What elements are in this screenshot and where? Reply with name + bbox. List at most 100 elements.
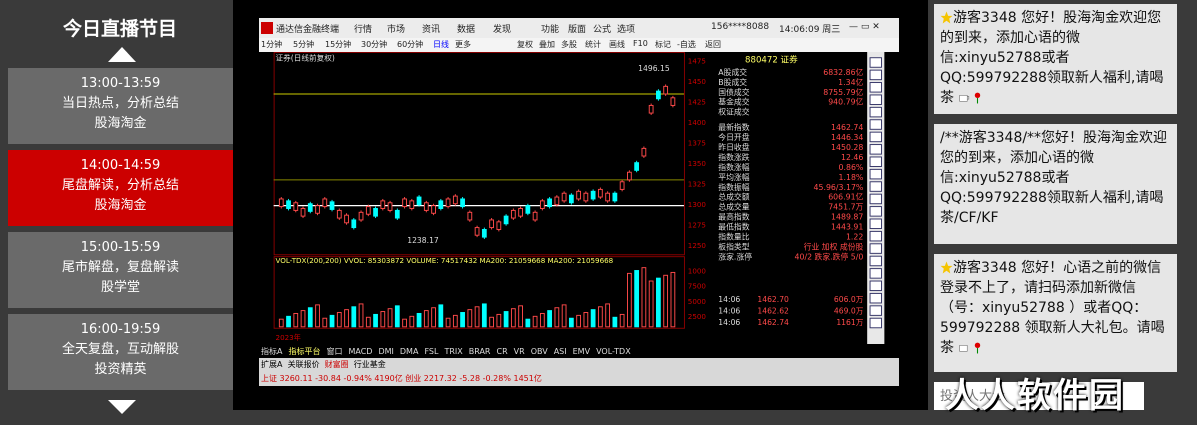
volume-bar [554, 307, 560, 328]
indicator-tab[interactable]: 指标A [261, 347, 282, 356]
indicator-tab[interactable]: FSL [424, 347, 438, 356]
volume-tick-label: 1000 [688, 266, 707, 275]
market-index-status: 上证 3260.11 -30.84 -0.94% 4190亿 创业 2217.3… [261, 374, 542, 383]
scroll-down-icon[interactable] [108, 400, 136, 414]
candle-body [539, 200, 545, 209]
volume-bar [619, 313, 625, 328]
tool-button[interactable]: 复权 [517, 39, 533, 50]
side-tool-icon[interactable] [869, 69, 882, 81]
period-more[interactable]: 更多 [455, 39, 471, 50]
menu-item[interactable]: 选项 [617, 22, 635, 35]
menu-item[interactable]: 资讯 [422, 22, 440, 35]
tick-volume: 1161万 [836, 318, 863, 327]
side-tool-icon[interactable] [869, 255, 882, 267]
menu-item[interactable]: 行情 [354, 22, 372, 35]
tool-button[interactable]: -自选 [677, 39, 696, 50]
scroll-up-icon[interactable] [108, 47, 136, 62]
tool-button[interactable]: 多股 [561, 39, 577, 50]
period-60min[interactable]: 60分钟 [397, 39, 423, 50]
extension-tabs[interactable]: 扩展A 关联报价 财富圈 行业基金 [261, 359, 386, 370]
side-tool-icon[interactable] [869, 131, 882, 143]
tick-price: 1462.70 [757, 295, 789, 304]
candle-body [315, 205, 320, 214]
ext-tab[interactable]: 关联报价 [288, 360, 320, 369]
tool-button[interactable]: 叠加 [539, 39, 555, 50]
menu-item[interactable]: 版面 [568, 22, 586, 35]
side-tool-icon[interactable] [869, 57, 882, 68]
quote-key: 指数涨幅 [718, 162, 749, 172]
side-tool-icon[interactable] [869, 305, 882, 316]
program-item[interactable]: 15:00-15:59 尾市解盘，复盘解读 股学堂 [8, 232, 233, 308]
indicator-tab[interactable]: VOL-TDX [596, 347, 631, 356]
side-tool-icon[interactable] [869, 218, 882, 230]
quote-key: 权证成交 [718, 107, 749, 117]
menu-item[interactable]: 发现 [493, 22, 511, 35]
candle-body [423, 202, 429, 211]
program-item[interactable]: 13:00-13:59 当日热点，分析总结 股海淘金 [8, 68, 233, 144]
period-15min[interactable]: 15分钟 [325, 39, 351, 50]
ext-tab[interactable]: 行业基金 [354, 360, 386, 369]
stock-chart[interactable]: 证券(日线前复权) 1496.15 1238.17 1475 1450 1425 14… [259, 52, 899, 344]
side-tool-icon[interactable] [869, 292, 882, 304]
trading-terminal-screen[interactable]: 通达信金融终端 行情 市场 资讯 数据 发现 功能 版面 公式 选项 156**… [259, 18, 899, 386]
side-tool-icon[interactable] [869, 317, 882, 329]
indicator-tab[interactable]: OBV [531, 347, 548, 356]
period-30min[interactable]: 30分钟 [361, 39, 387, 50]
side-tool-icon[interactable] [869, 106, 882, 118]
menu-item[interactable]: 公式 [593, 22, 611, 35]
side-tool-icon[interactable] [869, 280, 882, 292]
quote-value: 940.79亿 [828, 97, 863, 107]
program-item[interactable]: 16:00-19:59 全天复盘，互动解股 投资精英 [8, 314, 233, 390]
menu-item[interactable]: 功能 [541, 22, 559, 35]
volume-bar [315, 304, 320, 328]
period-5min[interactable]: 5分钟 [293, 39, 314, 50]
side-tool-icon[interactable] [869, 243, 882, 254]
menu-item[interactable]: 市场 [387, 22, 405, 35]
tool-button[interactable]: 统计 [585, 39, 601, 50]
side-tool-icon[interactable] [869, 268, 882, 279]
indicator-tab[interactable]: 窗口 [326, 347, 342, 356]
quote-value: 8755.79亿 [823, 87, 863, 97]
indicator-tab[interactable]: DMA [400, 347, 419, 356]
side-tool-icon[interactable] [869, 144, 882, 155]
tool-button[interactable]: 标记 [655, 39, 671, 50]
ext-tab[interactable]: 财富圈 [325, 360, 349, 369]
indicator-tab[interactable]: CR [497, 347, 508, 356]
quote-key: 总成交额 [718, 192, 749, 202]
period-daily[interactable]: 日线 [433, 39, 449, 50]
candle-body [583, 192, 589, 202]
candle-body [351, 219, 357, 229]
side-tool-icon[interactable] [869, 230, 882, 242]
period-1min[interactable]: 1分钟 [261, 39, 282, 50]
candle-body [387, 202, 393, 211]
program-item-active[interactable]: 14:00-14:59 尾盘解读，分析总结 股海淘金 [8, 150, 233, 226]
side-tool-icon[interactable] [869, 193, 882, 205]
side-tool-icon[interactable] [869, 119, 882, 130]
side-tool-icon[interactable] [869, 181, 882, 192]
indicator-tab[interactable]: TRIX [444, 347, 462, 356]
side-tool-icon[interactable] [869, 156, 882, 167]
volume-bar [539, 312, 545, 328]
indicator-tab[interactable]: MACD [348, 347, 372, 356]
indicator-tab[interactable]: BRAR [469, 347, 491, 356]
indicator-tab[interactable]: ASI [554, 347, 567, 356]
volume-bar [641, 267, 647, 328]
window-controls-icon[interactable]: — ▭ ✕ [849, 22, 880, 32]
quote-value: 1446.34 [831, 133, 863, 142]
side-tool-icon[interactable] [869, 206, 882, 217]
side-tool-icon[interactable] [869, 82, 882, 93]
indicator-tab[interactable]: 指标平台 [288, 347, 320, 356]
account-id: 156****8088 [711, 22, 770, 32]
indicator-tab[interactable]: EMV [573, 347, 590, 356]
tool-button[interactable]: 画线 [609, 39, 625, 50]
side-tool-icon[interactable] [869, 94, 882, 105]
ext-tab[interactable]: 扩展A [261, 360, 282, 369]
indicator-tab[interactable]: VR [514, 347, 525, 356]
tool-button[interactable]: 返回 [705, 39, 721, 50]
menu-item[interactable]: 数据 [457, 22, 475, 35]
side-tool-icon[interactable] [869, 168, 882, 180]
indicator-tab-list[interactable]: 指标A 指标平台 窗口 MACD DMI DMA FSL TRIX BRAR CR VR OBV ASI… [261, 346, 637, 357]
tool-button[interactable]: F10 [633, 39, 648, 48]
indicator-tab[interactable]: DMI [378, 347, 393, 356]
quote-key: 总成交量 [718, 202, 749, 212]
